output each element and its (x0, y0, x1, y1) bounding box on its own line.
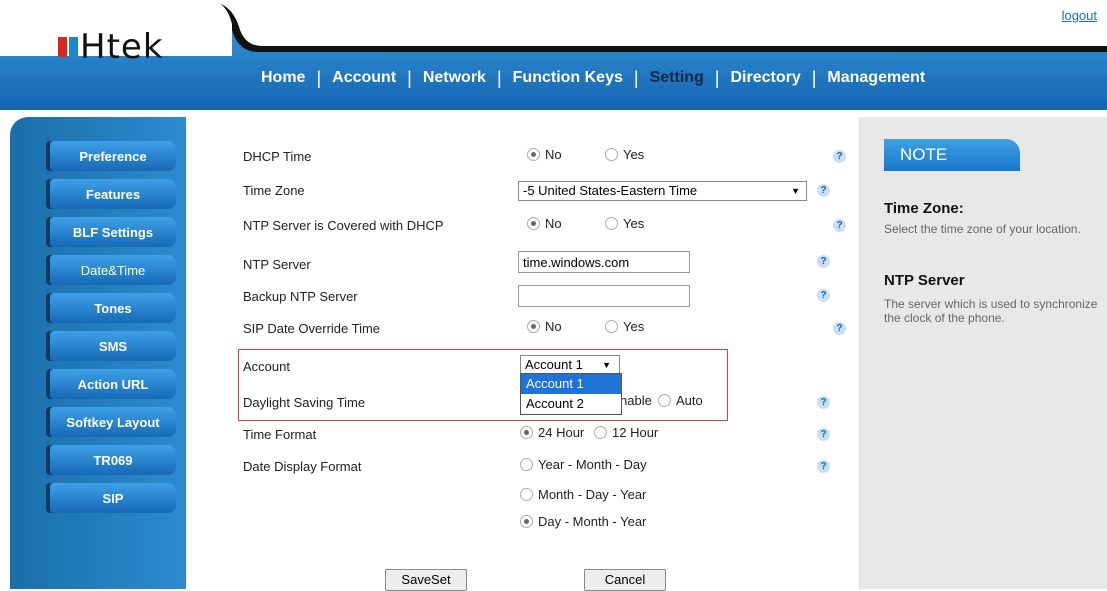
ntp-covered-no-radio[interactable]: No (527, 216, 562, 231)
note-tab: NOTE (884, 139, 1020, 171)
radio-icon (527, 320, 540, 333)
dst-auto-radio[interactable]: Auto (658, 393, 703, 408)
sidebar-item-preference[interactable]: Preference (50, 141, 176, 171)
ntp-server-input[interactable]: time.windows.com (518, 251, 690, 273)
htek-logo: Htek (58, 30, 164, 64)
time-format-12-radio[interactable]: 12 Hour (594, 425, 658, 440)
sip-override-label: SIP Date Override Time (243, 321, 381, 336)
backup-ntp-label: Backup NTP Server (243, 289, 358, 304)
sip-override-yes-radio[interactable]: Yes (605, 319, 644, 334)
help-icon[interactable]: ? (817, 428, 830, 441)
nav-network[interactable]: Network (412, 69, 497, 87)
time-format-24-radio[interactable]: 24 Hour (520, 425, 584, 440)
help-icon[interactable]: ? (817, 460, 830, 473)
note-title-ntp-server: NTP Server (884, 272, 965, 289)
sidebar-item-tr069[interactable]: TR069 (50, 445, 176, 475)
date-format-ymd-radio[interactable]: Year - Month - Day (520, 457, 647, 472)
dropdown-arrow-icon: ▼ (602, 360, 611, 370)
ntp-server-label: NTP Server (243, 257, 311, 272)
sidebar-item-tones[interactable]: Tones (50, 293, 176, 323)
account-dropdown-list: Account 1 Account 2 (520, 373, 622, 415)
date-format-label: Date Display Format (243, 459, 362, 474)
radio-icon (520, 488, 533, 501)
radio-icon (527, 217, 540, 230)
nav-directory[interactable]: Directory (719, 69, 811, 87)
radio-icon (527, 148, 540, 161)
time-format-label: Time Format (243, 427, 317, 442)
dropdown-arrow-icon: ▼ (791, 186, 800, 196)
time-zone-label: Time Zone (243, 183, 305, 198)
sidebar: Preference Features BLF Settings Date&Ti… (10, 117, 186, 589)
dst-enable-radio[interactable]: nable (620, 393, 652, 408)
account-label: Account (243, 359, 290, 374)
sidebar-item-features[interactable]: Features (50, 179, 176, 209)
header: Htek logout Home | Account | Network | F… (0, 0, 1107, 110)
dst-label: Daylight Saving Time (243, 395, 366, 410)
time-zone-select[interactable]: -5 United States-Eastern Time ▼ (518, 181, 807, 201)
sidebar-item-sms[interactable]: SMS (50, 331, 176, 361)
sidebar-item-action-url[interactable]: Action URL (50, 369, 176, 399)
save-button[interactable]: SaveSet (385, 569, 467, 591)
nav-management[interactable]: Management (816, 69, 936, 87)
help-icon[interactable]: ? (817, 184, 830, 197)
sidebar-item-blf-settings[interactable]: BLF Settings (50, 217, 176, 247)
radio-icon (605, 217, 618, 230)
note-panel: NOTE Time Zone: Select the time zone of … (860, 117, 1107, 589)
radio-icon (605, 320, 618, 333)
help-icon[interactable]: ? (833, 150, 846, 163)
help-icon[interactable]: ? (833, 322, 846, 335)
nav-setting[interactable]: Setting (639, 69, 715, 87)
dhcp-time-no-radio[interactable]: No (527, 147, 562, 162)
sidebar-item-sip[interactable]: SIP (50, 483, 176, 513)
nav-home[interactable]: Home (250, 69, 316, 87)
ntp-covered-yes-radio[interactable]: Yes (605, 216, 644, 231)
help-icon[interactable]: ? (817, 255, 830, 268)
ntp-covered-label: NTP Server is Covered with DHCP (243, 218, 444, 233)
nav-account[interactable]: Account (321, 69, 407, 87)
radio-icon (605, 148, 618, 161)
help-icon[interactable]: ? (817, 396, 830, 409)
help-icon[interactable]: ? (817, 289, 830, 302)
radio-icon (520, 458, 533, 471)
sidebar-item-softkey-layout[interactable]: Softkey Layout (50, 407, 176, 437)
note-text-ntp-server: The server which is used to synchronize … (884, 297, 1098, 325)
nav-function-keys[interactable]: Function Keys (502, 69, 634, 87)
radio-icon (520, 426, 533, 439)
sidebar-item-date-time[interactable]: Date&Time (50, 255, 176, 285)
sip-override-no-radio[interactable]: No (527, 319, 562, 334)
backup-ntp-input[interactable] (518, 285, 690, 307)
help-icon[interactable]: ? (833, 219, 846, 232)
note-title-time-zone: Time Zone: (884, 200, 964, 217)
logo-text: Htek (80, 27, 164, 67)
highlight-box (238, 349, 728, 421)
cancel-button[interactable]: Cancel (584, 569, 666, 591)
note-text-time-zone: Select the time zone of your location. (884, 222, 1081, 236)
account-select[interactable]: Account 1 ▼ (520, 355, 620, 375)
radio-icon (594, 426, 607, 439)
date-format-dmy-radio[interactable]: Day - Month - Year (520, 514, 646, 529)
date-format-mdy-radio[interactable]: Month - Day - Year (520, 487, 646, 502)
dropdown-option-account-1[interactable]: Account 1 (521, 374, 621, 394)
dhcp-time-label: DHCP Time (243, 149, 312, 164)
radio-icon (520, 515, 533, 528)
logout-link[interactable]: logout (1062, 8, 1097, 23)
main-nav: Home | Account | Network | Function Keys… (250, 58, 936, 98)
radio-icon (658, 394, 671, 407)
settings-form: DHCP Time No Yes ? Time Zone -5 United S… (187, 117, 860, 591)
logo-mark-icon (58, 37, 78, 57)
dhcp-time-yes-radio[interactable]: Yes (605, 147, 644, 162)
dropdown-option-account-2[interactable]: Account 2 (521, 394, 621, 414)
